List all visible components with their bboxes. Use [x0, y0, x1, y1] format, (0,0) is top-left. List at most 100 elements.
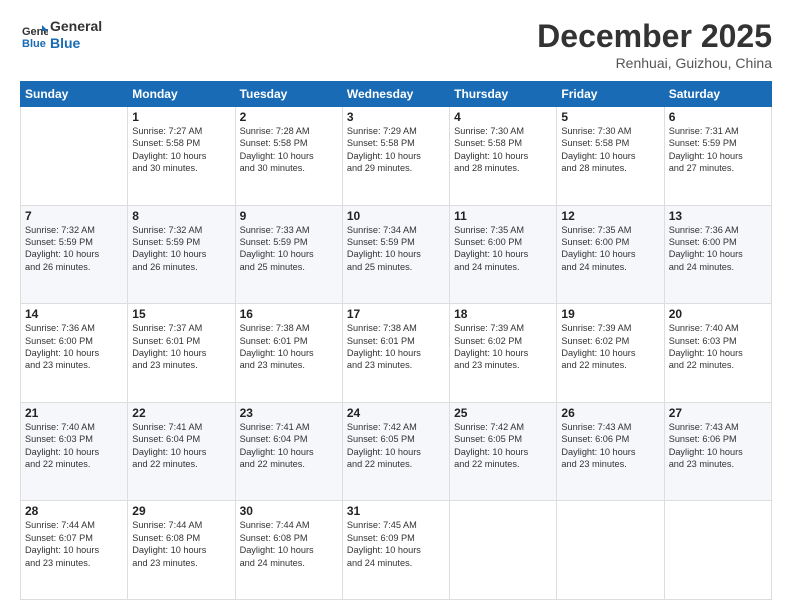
col-header-monday: Monday [128, 82, 235, 107]
day-number: 15 [132, 307, 230, 321]
cell-content: Sunrise: 7:33 AM Sunset: 5:59 PM Dayligh… [240, 224, 338, 274]
calendar-cell: 11Sunrise: 7:35 AM Sunset: 6:00 PM Dayli… [450, 205, 557, 304]
cell-content: Sunrise: 7:42 AM Sunset: 6:05 PM Dayligh… [454, 421, 552, 471]
day-number: 7 [25, 209, 123, 223]
day-number: 20 [669, 307, 767, 321]
calendar-page: General Blue General Blue December 2025 … [0, 0, 792, 612]
calendar-cell: 10Sunrise: 7:34 AM Sunset: 5:59 PM Dayli… [342, 205, 449, 304]
week-row-1: 1Sunrise: 7:27 AM Sunset: 5:58 PM Daylig… [21, 107, 772, 206]
day-number: 28 [25, 504, 123, 518]
calendar-cell: 9Sunrise: 7:33 AM Sunset: 5:59 PM Daylig… [235, 205, 342, 304]
calendar-cell: 15Sunrise: 7:37 AM Sunset: 6:01 PM Dayli… [128, 304, 235, 403]
day-number: 9 [240, 209, 338, 223]
cell-content: Sunrise: 7:35 AM Sunset: 6:00 PM Dayligh… [454, 224, 552, 274]
day-number: 14 [25, 307, 123, 321]
col-header-friday: Friday [557, 82, 664, 107]
week-row-5: 28Sunrise: 7:44 AM Sunset: 6:07 PM Dayli… [21, 501, 772, 600]
calendar-cell: 3Sunrise: 7:29 AM Sunset: 5:58 PM Daylig… [342, 107, 449, 206]
cell-content: Sunrise: 7:44 AM Sunset: 6:08 PM Dayligh… [132, 519, 230, 569]
day-number: 16 [240, 307, 338, 321]
day-number: 21 [25, 406, 123, 420]
cell-content: Sunrise: 7:27 AM Sunset: 5:58 PM Dayligh… [132, 125, 230, 175]
day-number: 3 [347, 110, 445, 124]
calendar-cell: 2Sunrise: 7:28 AM Sunset: 5:58 PM Daylig… [235, 107, 342, 206]
calendar-cell: 13Sunrise: 7:36 AM Sunset: 6:00 PM Dayli… [664, 205, 771, 304]
logo: General Blue General Blue [20, 18, 102, 52]
cell-content: Sunrise: 7:31 AM Sunset: 5:59 PM Dayligh… [669, 125, 767, 175]
calendar-header-row: SundayMondayTuesdayWednesdayThursdayFrid… [21, 82, 772, 107]
cell-content: Sunrise: 7:36 AM Sunset: 6:00 PM Dayligh… [669, 224, 767, 274]
cell-content: Sunrise: 7:30 AM Sunset: 5:58 PM Dayligh… [561, 125, 659, 175]
header: General Blue General Blue December 2025 … [20, 18, 772, 71]
day-number: 30 [240, 504, 338, 518]
cell-content: Sunrise: 7:40 AM Sunset: 6:03 PM Dayligh… [669, 322, 767, 372]
calendar-cell: 30Sunrise: 7:44 AM Sunset: 6:08 PM Dayli… [235, 501, 342, 600]
cell-content: Sunrise: 7:43 AM Sunset: 6:06 PM Dayligh… [669, 421, 767, 471]
calendar-cell: 29Sunrise: 7:44 AM Sunset: 6:08 PM Dayli… [128, 501, 235, 600]
cell-content: Sunrise: 7:40 AM Sunset: 6:03 PM Dayligh… [25, 421, 123, 471]
cell-content: Sunrise: 7:44 AM Sunset: 6:08 PM Dayligh… [240, 519, 338, 569]
calendar-cell: 19Sunrise: 7:39 AM Sunset: 6:02 PM Dayli… [557, 304, 664, 403]
logo-icon: General Blue [20, 21, 48, 49]
calendar-cell: 22Sunrise: 7:41 AM Sunset: 6:04 PM Dayli… [128, 402, 235, 501]
calendar-cell: 8Sunrise: 7:32 AM Sunset: 5:59 PM Daylig… [128, 205, 235, 304]
col-header-wednesday: Wednesday [342, 82, 449, 107]
day-number: 12 [561, 209, 659, 223]
calendar-cell: 14Sunrise: 7:36 AM Sunset: 6:00 PM Dayli… [21, 304, 128, 403]
day-number: 24 [347, 406, 445, 420]
col-header-thursday: Thursday [450, 82, 557, 107]
location: Renhuai, Guizhou, China [537, 55, 772, 71]
calendar-cell: 27Sunrise: 7:43 AM Sunset: 6:06 PM Dayli… [664, 402, 771, 501]
col-header-saturday: Saturday [664, 82, 771, 107]
day-number: 22 [132, 406, 230, 420]
day-number: 26 [561, 406, 659, 420]
cell-content: Sunrise: 7:28 AM Sunset: 5:58 PM Dayligh… [240, 125, 338, 175]
cell-content: Sunrise: 7:39 AM Sunset: 6:02 PM Dayligh… [454, 322, 552, 372]
svg-text:Blue: Blue [22, 38, 46, 49]
cell-content: Sunrise: 7:44 AM Sunset: 6:07 PM Dayligh… [25, 519, 123, 569]
day-number: 4 [454, 110, 552, 124]
col-header-sunday: Sunday [21, 82, 128, 107]
cell-content: Sunrise: 7:39 AM Sunset: 6:02 PM Dayligh… [561, 322, 659, 372]
month-title: December 2025 [537, 18, 772, 55]
calendar-table: SundayMondayTuesdayWednesdayThursdayFrid… [20, 81, 772, 600]
cell-content: Sunrise: 7:41 AM Sunset: 6:04 PM Dayligh… [240, 421, 338, 471]
calendar-cell: 24Sunrise: 7:42 AM Sunset: 6:05 PM Dayli… [342, 402, 449, 501]
calendar-cell: 1Sunrise: 7:27 AM Sunset: 5:58 PM Daylig… [128, 107, 235, 206]
day-number: 17 [347, 307, 445, 321]
day-number: 25 [454, 406, 552, 420]
week-row-3: 14Sunrise: 7:36 AM Sunset: 6:00 PM Dayli… [21, 304, 772, 403]
calendar-cell [557, 501, 664, 600]
cell-content: Sunrise: 7:35 AM Sunset: 6:00 PM Dayligh… [561, 224, 659, 274]
cell-content: Sunrise: 7:38 AM Sunset: 6:01 PM Dayligh… [347, 322, 445, 372]
day-number: 11 [454, 209, 552, 223]
cell-content: Sunrise: 7:43 AM Sunset: 6:06 PM Dayligh… [561, 421, 659, 471]
calendar-cell: 17Sunrise: 7:38 AM Sunset: 6:01 PM Dayli… [342, 304, 449, 403]
week-row-4: 21Sunrise: 7:40 AM Sunset: 6:03 PM Dayli… [21, 402, 772, 501]
day-number: 5 [561, 110, 659, 124]
day-number: 10 [347, 209, 445, 223]
cell-content: Sunrise: 7:36 AM Sunset: 6:00 PM Dayligh… [25, 322, 123, 372]
day-number: 27 [669, 406, 767, 420]
calendar-cell [450, 501, 557, 600]
calendar-cell [21, 107, 128, 206]
cell-content: Sunrise: 7:42 AM Sunset: 6:05 PM Dayligh… [347, 421, 445, 471]
calendar-cell: 26Sunrise: 7:43 AM Sunset: 6:06 PM Dayli… [557, 402, 664, 501]
calendar-cell: 4Sunrise: 7:30 AM Sunset: 5:58 PM Daylig… [450, 107, 557, 206]
calendar-cell: 5Sunrise: 7:30 AM Sunset: 5:58 PM Daylig… [557, 107, 664, 206]
calendar-cell: 20Sunrise: 7:40 AM Sunset: 6:03 PM Dayli… [664, 304, 771, 403]
week-row-2: 7Sunrise: 7:32 AM Sunset: 5:59 PM Daylig… [21, 205, 772, 304]
logo-blue: Blue [50, 35, 102, 52]
cell-content: Sunrise: 7:37 AM Sunset: 6:01 PM Dayligh… [132, 322, 230, 372]
day-number: 2 [240, 110, 338, 124]
cell-content: Sunrise: 7:30 AM Sunset: 5:58 PM Dayligh… [454, 125, 552, 175]
calendar-cell: 6Sunrise: 7:31 AM Sunset: 5:59 PM Daylig… [664, 107, 771, 206]
calendar-cell: 21Sunrise: 7:40 AM Sunset: 6:03 PM Dayli… [21, 402, 128, 501]
calendar-cell: 23Sunrise: 7:41 AM Sunset: 6:04 PM Dayli… [235, 402, 342, 501]
col-header-tuesday: Tuesday [235, 82, 342, 107]
day-number: 29 [132, 504, 230, 518]
cell-content: Sunrise: 7:45 AM Sunset: 6:09 PM Dayligh… [347, 519, 445, 569]
day-number: 13 [669, 209, 767, 223]
day-number: 18 [454, 307, 552, 321]
cell-content: Sunrise: 7:38 AM Sunset: 6:01 PM Dayligh… [240, 322, 338, 372]
